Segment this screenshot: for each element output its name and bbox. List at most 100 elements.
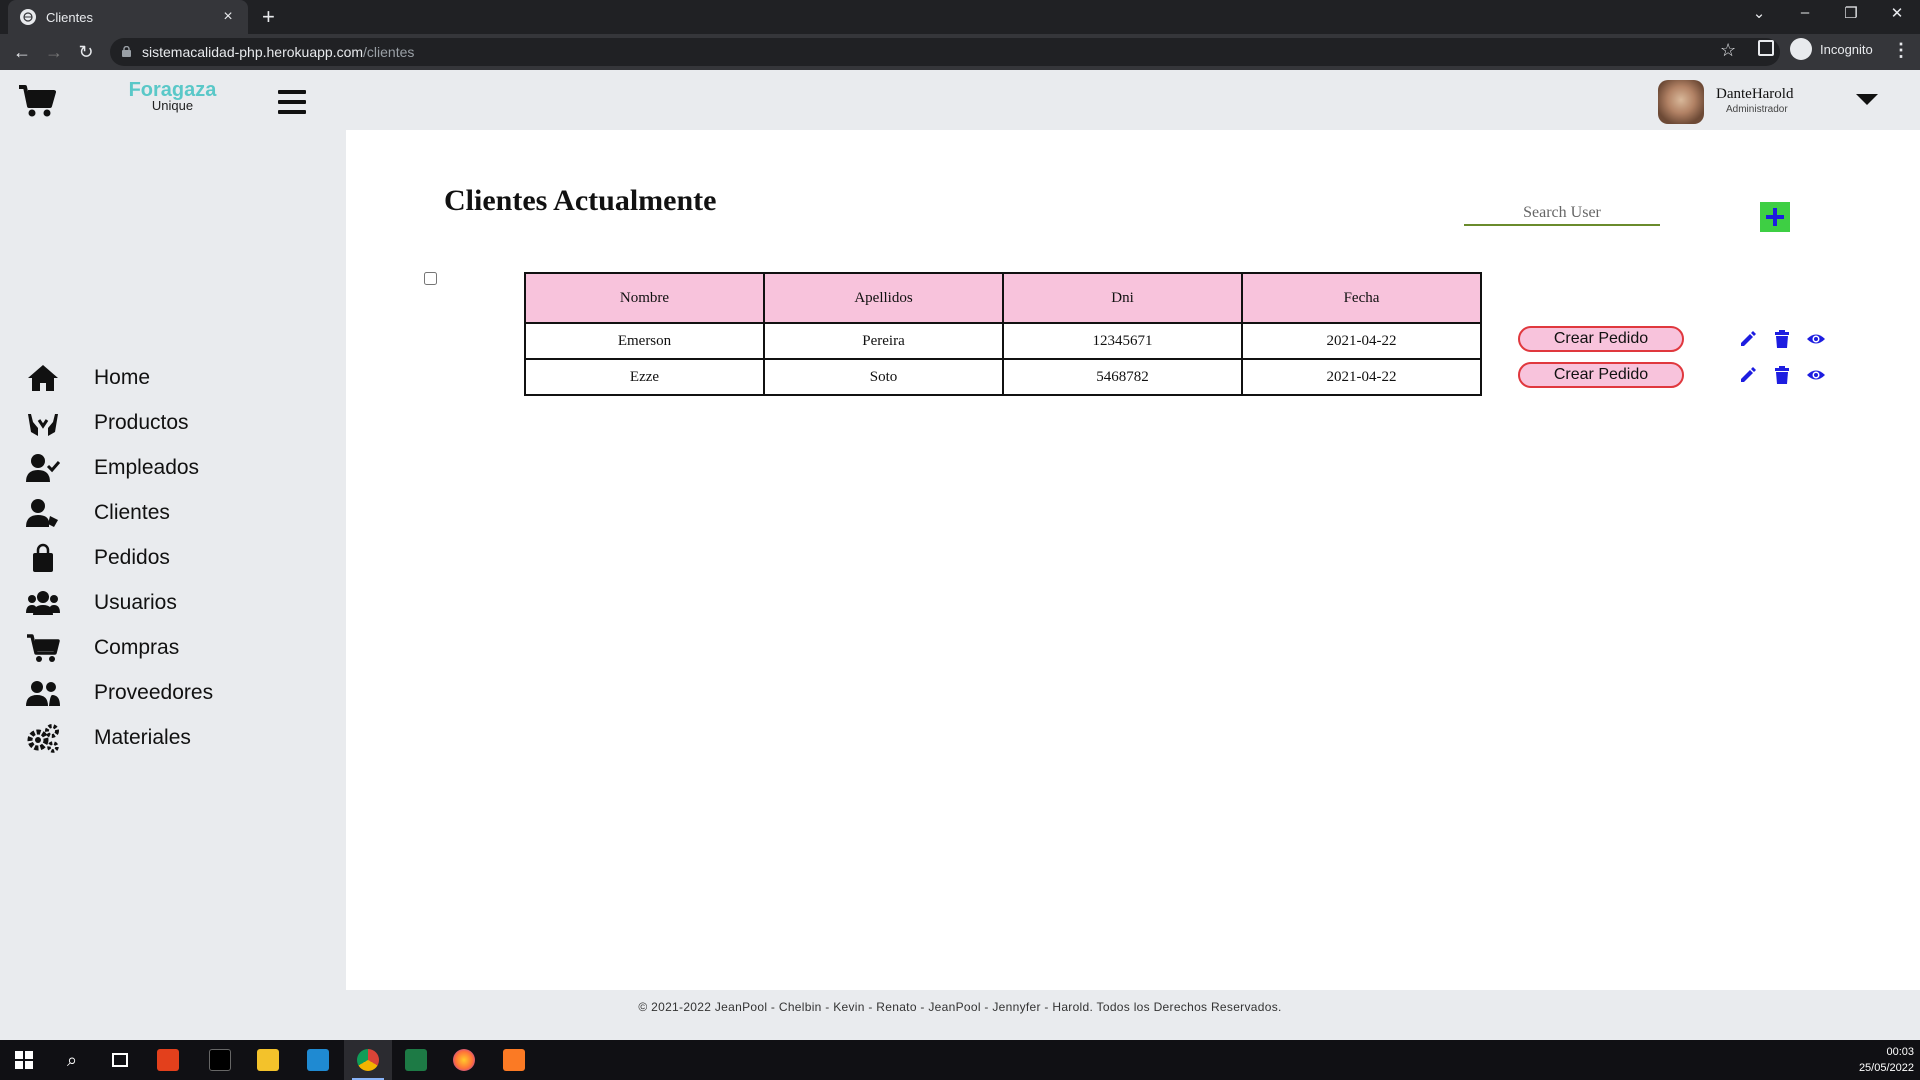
sidebar-item-label: Clientes <box>94 501 170 524</box>
url-field[interactable]: sistemacalidad-php.herokuapp.com/cliente… <box>110 38 1780 66</box>
new-tab-icon[interactable]: + <box>262 6 275 28</box>
main-content: Clientes Actualmente Nombre Apellidos Dn… <box>346 130 1920 990</box>
footer: © 2021-2022 JeanPool - Chelbin - Kevin -… <box>638 1000 1282 1014</box>
crear-pedido-button[interactable]: Crear Pedido <box>1518 326 1684 352</box>
sidebar-item-compras[interactable]: Compras <box>24 630 179 666</box>
row-actions <box>1736 328 1838 350</box>
search-input[interactable] <box>1464 202 1660 226</box>
incognito-indicator[interactable]: Incognito <box>1790 38 1873 60</box>
cell-dni: 12345671 <box>1002 322 1243 360</box>
sidebar: Home Productos Empleados Clientes Pedido… <box>0 130 346 990</box>
sidebar-item-usuarios[interactable]: Usuarios <box>24 585 177 621</box>
sidebar-item-label: Home <box>94 366 151 389</box>
edit-icon[interactable] <box>1736 364 1760 386</box>
column-header-apellidos[interactable]: Apellidos <box>763 272 1004 324</box>
cart-logo-icon[interactable] <box>18 84 56 118</box>
table-header-row: Nombre Apellidos Dni Fecha <box>524 272 1482 324</box>
file-explorer-icon[interactable] <box>244 1040 292 1080</box>
minimize-icon[interactable]: – <box>1790 4 1820 21</box>
delete-icon[interactable] <box>1770 364 1794 386</box>
browser-menu-icon[interactable]: ⋮ <box>1892 40 1910 61</box>
close-tab-icon[interactable]: × <box>218 9 238 25</box>
clients-table: Nombre Apellidos Dni Fecha Emerson Perei… <box>524 272 1482 396</box>
taskbar: ⌕ 00:03 25/05/2022 <box>0 1040 1920 1080</box>
sidebar-item-label: Empleados <box>94 456 200 479</box>
windows-start-icon[interactable] <box>0 1040 48 1080</box>
cell-nombre: Ezze <box>524 358 765 396</box>
row-actions <box>1736 364 1838 386</box>
app-header: Foragaza Unique DanteHarold Administrado… <box>0 70 1920 130</box>
system-clock[interactable]: 00:03 25/05/2022 <box>1859 1044 1914 1076</box>
chrome-icon[interactable] <box>344 1040 392 1080</box>
cogs-icon <box>24 722 62 754</box>
sidebar-item-proveedores[interactable]: Proveedores <box>24 675 213 711</box>
crear-pedido-button[interactable]: Crear Pedido <box>1518 362 1684 388</box>
user-role: Administrador <box>1726 104 1788 115</box>
restore-icon[interactable]: ❐ <box>1836 4 1866 22</box>
search-icon[interactable]: ⌕ <box>48 1040 96 1080</box>
cart-icon <box>24 632 62 664</box>
address-bar: ← → ↻ sistemacalidad-php.herokuapp.com/c… <box>0 34 1920 70</box>
brand[interactable]: Foragaza Unique <box>125 79 220 114</box>
browser-tab[interactable]: Clientes × <box>8 0 248 34</box>
lock-icon <box>122 46 131 57</box>
incognito-icon <box>1790 38 1812 60</box>
select-all-checkbox[interactable] <box>424 272 437 285</box>
sidebar-item-pedidos[interactable]: Pedidos <box>24 540 170 576</box>
hamburger-menu-icon[interactable] <box>278 90 306 114</box>
side-panel-icon[interactable] <box>1758 40 1774 56</box>
sidebar-item-label: Materiales <box>94 726 191 749</box>
task-view-icon[interactable] <box>96 1040 144 1080</box>
sidebar-item-label: Productos <box>94 411 189 434</box>
user-friends-icon <box>24 677 62 709</box>
view-icon[interactable] <box>1804 328 1828 350</box>
cell-fecha: 2021-04-22 <box>1241 322 1482 360</box>
forward-icon[interactable]: → <box>44 42 64 62</box>
cell-apellidos: Soto <box>763 358 1004 396</box>
user-dropdown-caret-icon[interactable] <box>1856 94 1878 105</box>
cell-apellidos: Pereira <box>763 322 1004 360</box>
page-title: Clientes Actualmente <box>444 184 717 217</box>
sidebar-item-productos[interactable]: Productos <box>24 405 189 441</box>
brand-name: Foragaza <box>128 79 217 101</box>
sidebar-item-label: Pedidos <box>94 546 170 569</box>
column-header-nombre[interactable]: Nombre <box>524 272 765 324</box>
cell-dni: 5468782 <box>1002 358 1243 396</box>
firefox-icon[interactable] <box>440 1040 488 1080</box>
sidebar-item-label: Compras <box>94 636 180 659</box>
sidebar-item-clientes[interactable]: Clientes <box>24 495 170 531</box>
delete-icon[interactable] <box>1770 328 1794 350</box>
home-icon <box>24 362 62 394</box>
clock-date: 25/05/2022 <box>1858 1062 1914 1074</box>
cell-nombre: Emerson <box>524 322 765 360</box>
excel-icon[interactable] <box>392 1040 440 1080</box>
reload-icon[interactable]: ↻ <box>76 42 96 62</box>
avatar[interactable] <box>1658 80 1704 124</box>
close-window-icon[interactable]: ✕ <box>1882 4 1912 22</box>
add-client-button[interactable] <box>1760 202 1790 232</box>
back-icon[interactable]: ← <box>12 42 32 62</box>
sidebar-item-materiales[interactable]: Materiales <box>24 720 191 756</box>
sidebar-item-label: Usuarios <box>94 591 177 614</box>
clock-time: 00:03 <box>1886 1046 1914 1058</box>
table-row: Ezze Soto 5468782 2021-04-22 <box>524 358 1482 396</box>
column-header-dni[interactable]: Dni <box>1002 272 1243 324</box>
hands-icon <box>24 407 62 439</box>
bookmark-star-icon[interactable]: ☆ <box>1720 40 1736 61</box>
tab-search-icon[interactable]: ⌄ <box>1744 4 1774 22</box>
edit-icon[interactable] <box>1736 328 1760 350</box>
xampp-icon[interactable] <box>490 1040 538 1080</box>
table-row: Emerson Pereira 12345671 2021-04-22 <box>524 322 1482 360</box>
office-icon[interactable] <box>144 1040 192 1080</box>
browser-tab-bar: Clientes × + ⌄ – ❐ ✕ <box>0 0 1920 34</box>
incognito-label: Incognito <box>1820 41 1873 57</box>
view-icon[interactable] <box>1804 364 1828 386</box>
tab-title: Clientes <box>46 9 93 25</box>
vscode-icon[interactable] <box>294 1040 342 1080</box>
sidebar-item-home[interactable]: Home <box>24 360 150 396</box>
sidebar-item-empleados[interactable]: Empleados <box>24 450 199 486</box>
user-tag-icon <box>24 497 62 529</box>
terminal-icon[interactable] <box>196 1040 244 1080</box>
shopping-bag-icon <box>24 542 62 574</box>
column-header-fecha[interactable]: Fecha <box>1241 272 1482 324</box>
